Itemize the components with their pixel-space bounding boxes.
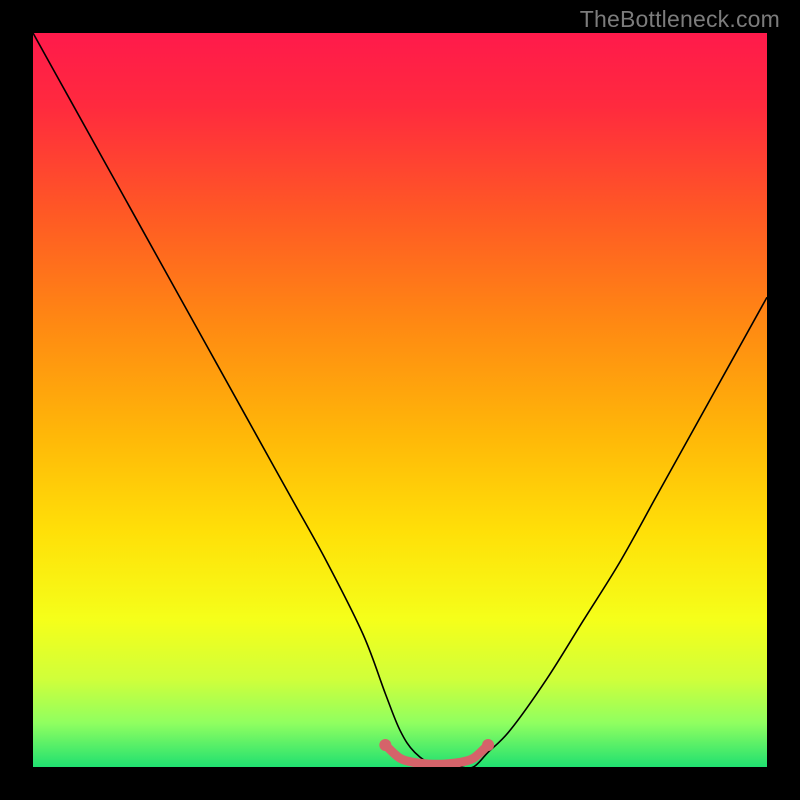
watermark-text: TheBottleneck.com [580, 6, 780, 33]
outer-frame: TheBottleneck.com [0, 0, 800, 800]
plot-area [33, 33, 767, 767]
sweet-spot-endpoint [379, 739, 391, 751]
sweet-spot-endpoint [482, 739, 494, 751]
bottleneck-chart [33, 33, 767, 767]
gradient-background [33, 33, 767, 767]
